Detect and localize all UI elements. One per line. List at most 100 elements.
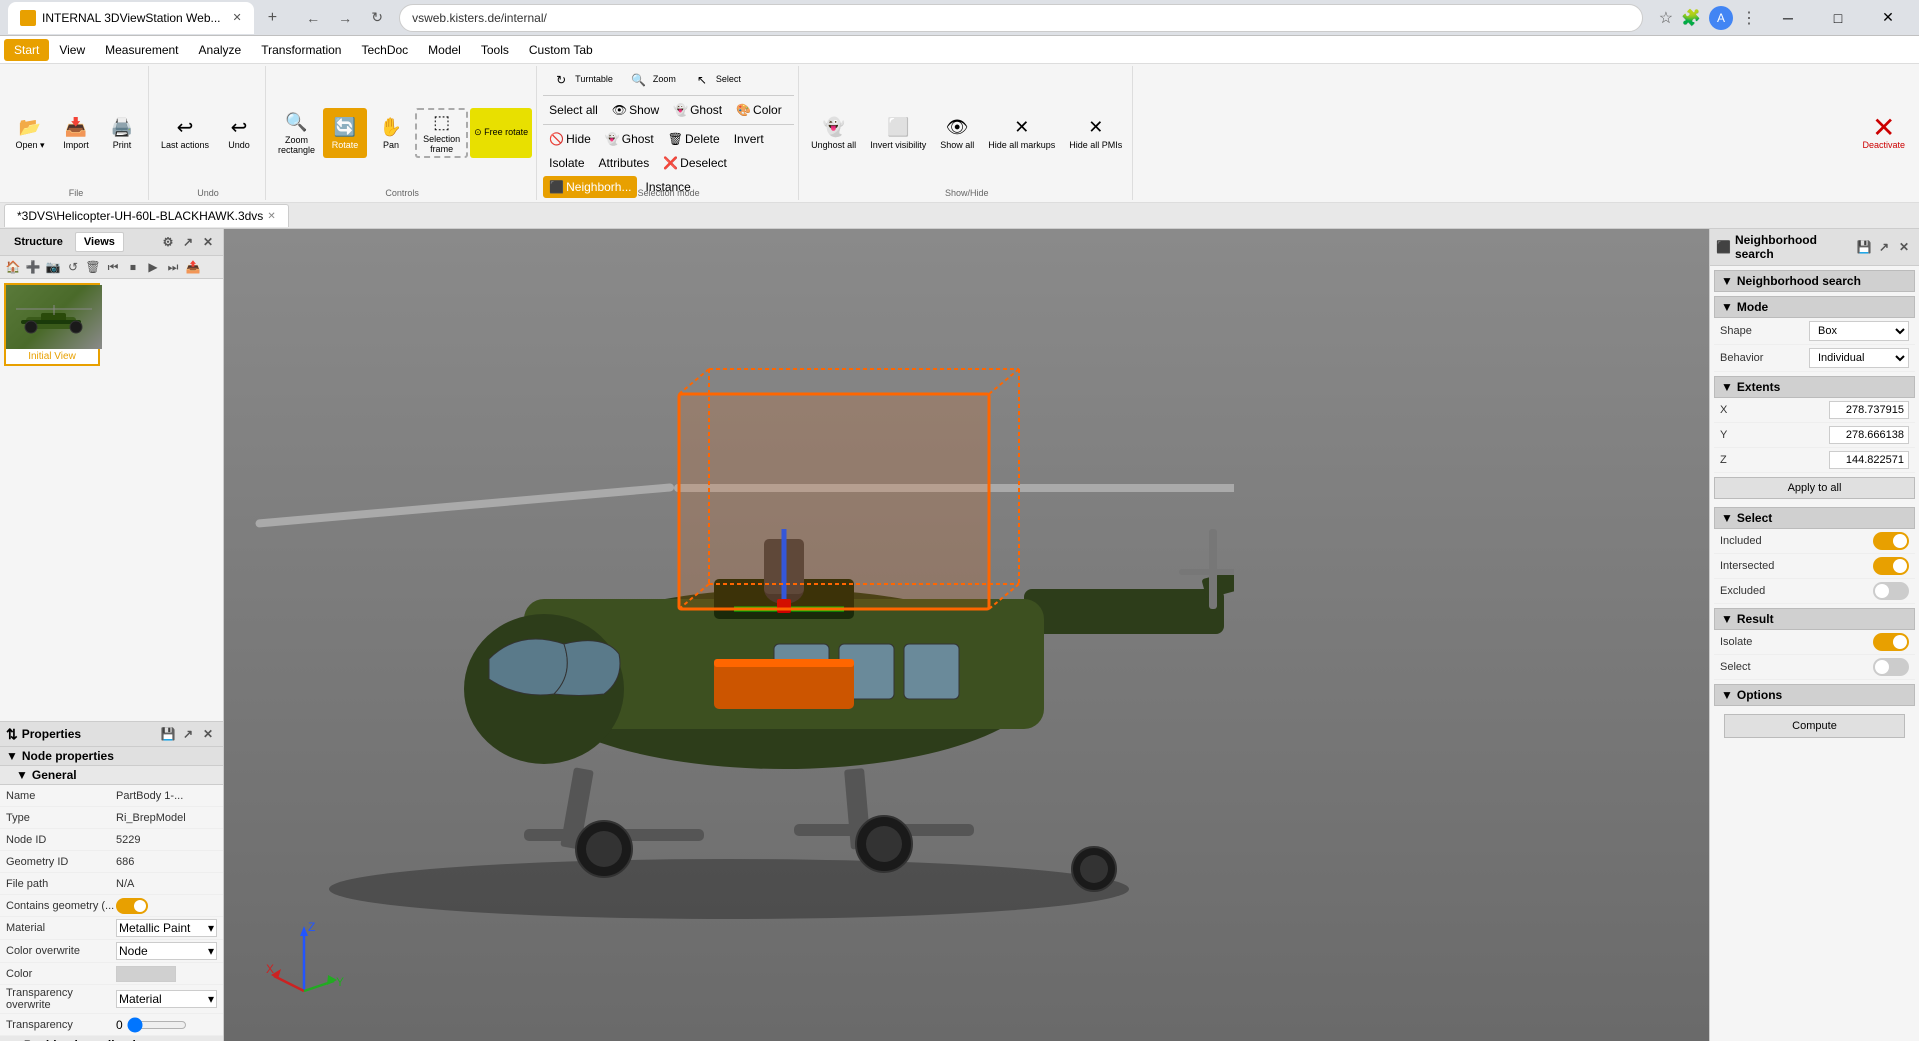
browser-tab[interactable]: INTERNAL 3DViewStation Web... ✕: [8, 2, 254, 34]
prev-icon[interactable]: ⏮: [104, 258, 122, 276]
zoom-rectangle-button[interactable]: 🔍 Zoomrectangle: [272, 108, 321, 158]
file-tab[interactable]: *3DVS\Helicopter-UH-60L-BLACKHAWK.3dvs ✕: [4, 204, 289, 227]
select-button[interactable]: ↖ Select: [684, 68, 747, 92]
address-bar[interactable]: vsweb.kisters.de/internal/: [399, 4, 1643, 32]
menu-analyze[interactable]: Analyze: [189, 39, 252, 61]
show-all-button[interactable]: 👁 Show all: [934, 108, 980, 158]
bookmark-icon[interactable]: ☆: [1659, 8, 1673, 28]
minimize-btn[interactable]: ─: [1765, 0, 1811, 36]
ns-isolate-toggle[interactable]: [1873, 633, 1909, 651]
menu-custom[interactable]: Custom Tab: [519, 39, 603, 61]
reload-btn[interactable]: ↻: [363, 4, 391, 32]
ns-select-header[interactable]: ▼ Select: [1714, 507, 1915, 529]
free-rotate-button[interactable]: ⊙ Free rotate: [470, 108, 532, 158]
panel-popout-icon[interactable]: ↗: [179, 233, 197, 251]
properties-save-icon[interactable]: 💾: [159, 725, 177, 743]
open-button[interactable]: 📂 Open ▾: [8, 108, 52, 158]
zoom-button[interactable]: 🔍 Zoom: [621, 68, 682, 92]
turntable-button[interactable]: ↻ Turntable: [543, 68, 619, 92]
ns-z-input[interactable]: [1829, 451, 1909, 469]
menu-measurement[interactable]: Measurement: [95, 39, 188, 61]
ns-options-header[interactable]: ▼ Options: [1714, 684, 1915, 706]
delete-button[interactable]: 🗑 Delete: [662, 128, 726, 150]
ns-result-header[interactable]: ▼ Result: [1714, 608, 1915, 630]
next-icon[interactable]: ⏭: [164, 258, 182, 276]
transparency-slider[interactable]: [127, 1017, 187, 1033]
material-dropdown[interactable]: Metallic Paint ▾: [116, 919, 217, 937]
color-overwrite-dropdown[interactable]: Node ▾: [116, 942, 217, 960]
attributes-button[interactable]: Attributes: [593, 152, 656, 174]
play-icon[interactable]: ▶: [144, 258, 162, 276]
ns-included-toggle[interactable]: [1873, 532, 1909, 550]
ns-result-select-toggle[interactable]: [1873, 658, 1909, 676]
ns-excluded-toggle[interactable]: [1873, 582, 1909, 600]
ns-mode-header[interactable]: ▼ Mode: [1714, 296, 1915, 318]
unghost-all-button[interactable]: 👻 Unghost all: [805, 108, 862, 158]
refresh-icon[interactable]: ↺: [64, 258, 82, 276]
back-btn[interactable]: ←: [299, 4, 327, 32]
ns-y-input[interactable]: [1829, 426, 1909, 444]
ghost-button2[interactable]: 👻 Ghost: [599, 128, 660, 150]
show-button[interactable]: 👁 Show: [606, 99, 665, 121]
print-button[interactable]: 🖨️ Print: [100, 108, 144, 158]
ns-shape-select[interactable]: Box Sphere: [1809, 321, 1909, 341]
color-button[interactable]: 🎨 Color: [730, 99, 788, 121]
deactivate-button[interactable]: ✕ Deactivate: [1856, 108, 1911, 158]
selection-frame-button[interactable]: ⬚ Selectionframe: [415, 108, 468, 158]
structure-tab[interactable]: Structure: [6, 233, 71, 251]
file-tab-close[interactable]: ✕: [267, 211, 275, 222]
ns-x-input[interactable]: [1829, 401, 1909, 419]
node-properties-header[interactable]: ▼ Node properties: [0, 747, 223, 766]
ns-main-header[interactable]: ▼ Neighborhood search: [1714, 270, 1915, 292]
menu-transformation[interactable]: Transformation: [251, 39, 351, 61]
menu-icon[interactable]: ⋮: [1741, 8, 1757, 28]
invert-button[interactable]: Invert: [728, 128, 770, 150]
menu-start[interactable]: Start: [4, 39, 49, 61]
general-header[interactable]: ▼ General: [0, 766, 223, 785]
rotate-button[interactable]: 🔄 Rotate: [323, 108, 367, 158]
ns-close-icon[interactable]: ✕: [1895, 238, 1913, 256]
contains-geom-toggle[interactable]: [116, 898, 148, 914]
ghost-button[interactable]: 👻 Ghost: [667, 99, 728, 121]
close-btn[interactable]: ✕: [1865, 0, 1911, 36]
export-icon[interactable]: 📤: [184, 258, 202, 276]
ns-popout-icon[interactable]: ↗: [1875, 238, 1893, 256]
user-avatar[interactable]: A: [1709, 6, 1733, 30]
compute-button[interactable]: Compute: [1724, 714, 1905, 738]
extension-icon[interactable]: 🧩: [1681, 8, 1701, 28]
properties-close-icon[interactable]: ✕: [199, 725, 217, 743]
forward-btn[interactable]: →: [331, 4, 359, 32]
home-icon[interactable]: 🏠: [4, 258, 22, 276]
trash-icon[interactable]: 🗑: [84, 258, 102, 276]
import-button[interactable]: 📥 Import: [54, 108, 98, 158]
invert-visibility-button[interactable]: ⬜ Invert visibility: [864, 108, 932, 158]
hide-all-markups-button[interactable]: ✕ Hide all markups: [982, 108, 1061, 158]
ns-save-icon[interactable]: 💾: [1855, 238, 1873, 256]
isolate-button[interactable]: Isolate: [543, 152, 590, 174]
views-tab[interactable]: Views: [75, 232, 124, 252]
transparency-overwrite-dropdown[interactable]: Material ▾: [116, 990, 217, 1008]
initial-view-thumb[interactable]: Initial View: [4, 283, 100, 366]
menu-view[interactable]: View: [49, 39, 95, 61]
menu-techdoc[interactable]: TechDoc: [351, 39, 418, 61]
hide-all-pmi-button[interactable]: ✕ Hide all PMIs: [1063, 108, 1128, 158]
camera-icon[interactable]: 📷: [44, 258, 62, 276]
tab-close[interactable]: ✕: [233, 11, 242, 24]
viewport[interactable]: Z X Y: [224, 229, 1709, 1041]
deselect-button[interactable]: ❌ Deselect: [657, 152, 733, 174]
ns-intersected-toggle[interactable]: [1873, 557, 1909, 575]
properties-popout-icon[interactable]: ↗: [179, 725, 197, 743]
pan-button[interactable]: ✋ Pan: [369, 108, 413, 158]
panel-close-icon[interactable]: ✕: [199, 233, 217, 251]
new-tab-btn[interactable]: +: [262, 9, 283, 27]
hide-button[interactable]: 🚫 Hide: [543, 128, 597, 150]
add-view-icon[interactable]: ➕: [24, 258, 42, 276]
position-header[interactable]: ▼ Position bounding box center: [0, 1036, 223, 1041]
last-actions-button[interactable]: ↩ Last actions: [155, 108, 215, 158]
undo-button[interactable]: ↩ Undo: [217, 108, 261, 158]
stop-icon[interactable]: ⏹: [124, 258, 142, 276]
ns-behavior-select[interactable]: Individual Combined: [1809, 348, 1909, 368]
select-all-button[interactable]: Select all: [543, 99, 604, 121]
ns-extents-header[interactable]: ▼ Extents: [1714, 376, 1915, 398]
color-swatch[interactable]: [116, 966, 176, 982]
